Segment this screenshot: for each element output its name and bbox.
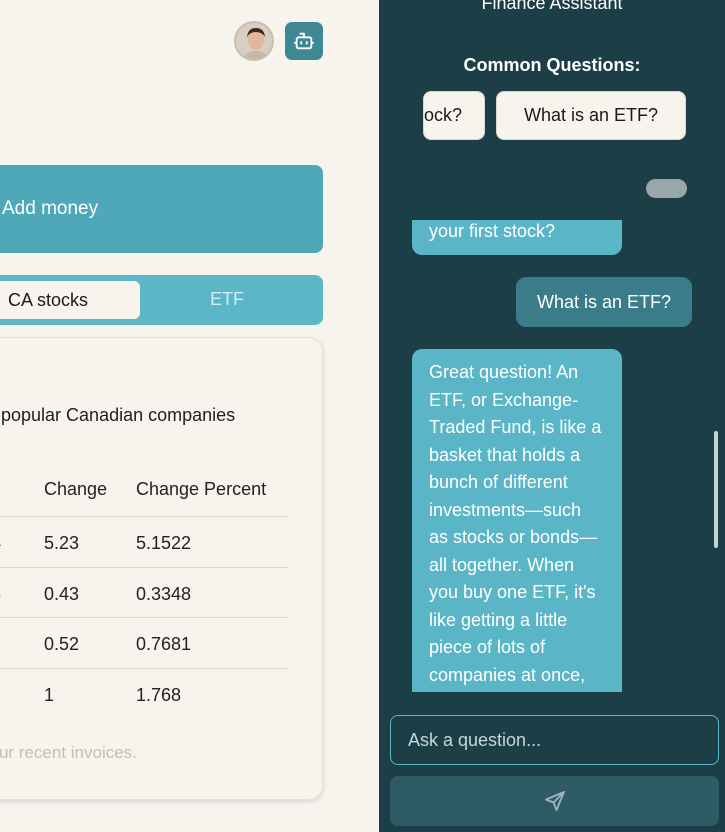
user-message: What is an ETF? <box>516 277 692 327</box>
assistant-message-text: your first stock? <box>429 220 556 241</box>
user-avatar[interactable] <box>234 21 274 61</box>
chat-toggle-button[interactable] <box>285 22 323 60</box>
market-tabs: CA stocks ETF <box>0 275 323 325</box>
panel-title: Finance Assistant <box>481 0 623 13</box>
assistant-message: your first stock? <box>412 220 622 255</box>
tab-etf[interactable]: ETF <box>210 289 244 310</box>
send-button[interactable] <box>390 776 719 826</box>
table-header: e Change Change Percent <box>0 475 289 517</box>
table-row[interactable]: 86 0.43 0.3348 <box>0 568 289 618</box>
tab-ca-stocks[interactable]: CA stocks <box>0 281 140 319</box>
cell-change-percent: 1.768 <box>136 684 182 705</box>
ask-question-input[interactable] <box>390 715 719 765</box>
main-content: Add money CA stocks ETF popular Canadian… <box>0 0 379 832</box>
message-scrollbar[interactable] <box>714 431 718 548</box>
carousel-scroll-handle[interactable] <box>646 179 687 198</box>
assistant-message: Great question! An ETF, or Exchange-Trad… <box>412 349 622 692</box>
table-row[interactable]: 6 1 1.768 <box>0 669 289 720</box>
finance-assistant-panel: Finance Assistant Common Questions: ock?… <box>379 0 725 832</box>
common-question-chip[interactable]: What is an ETF? <box>496 91 686 140</box>
message-list: your first stock? What is an ETF? Great … <box>379 220 725 692</box>
stocks-card: popular Canadian companies e Change Chan… <box>0 337 323 800</box>
cell-change: 0.52 <box>44 634 80 654</box>
cell-change-percent: 0.3348 <box>136 583 192 604</box>
table-row[interactable]: 74 5.23 5.1522 <box>0 517 289 568</box>
cell-change-percent: 0.7681 <box>136 634 192 654</box>
card-subtitle: popular Canadian companies <box>1 405 236 425</box>
avatar-image <box>236 23 272 59</box>
add-money-button[interactable]: Add money <box>0 165 323 253</box>
send-icon <box>544 791 565 811</box>
stocks-table: e Change Change Percent 74 5.23 5.1522 8… <box>0 475 289 719</box>
cell-price: 86 <box>0 584 1 605</box>
cell-change-percent: 5.1522 <box>136 533 192 553</box>
common-question-chip[interactable]: ock? <box>423 91 485 140</box>
table-row[interactable]: 2 0.52 0.7681 <box>0 618 289 669</box>
cell-change: 1 <box>44 684 55 705</box>
add-money-label: Add money <box>2 198 99 219</box>
common-questions-title: Common Questions: <box>463 55 641 75</box>
cell-change: 5.23 <box>44 533 80 553</box>
column-header-change-percent: Change Percent <box>136 479 267 499</box>
column-header-change: Change <box>44 479 108 499</box>
cell-price: 74 <box>0 533 1 554</box>
bot-icon <box>293 32 315 50</box>
cell-change: 0.43 <box>44 583 80 604</box>
invoices-note: your recent invoices. <box>0 743 137 762</box>
